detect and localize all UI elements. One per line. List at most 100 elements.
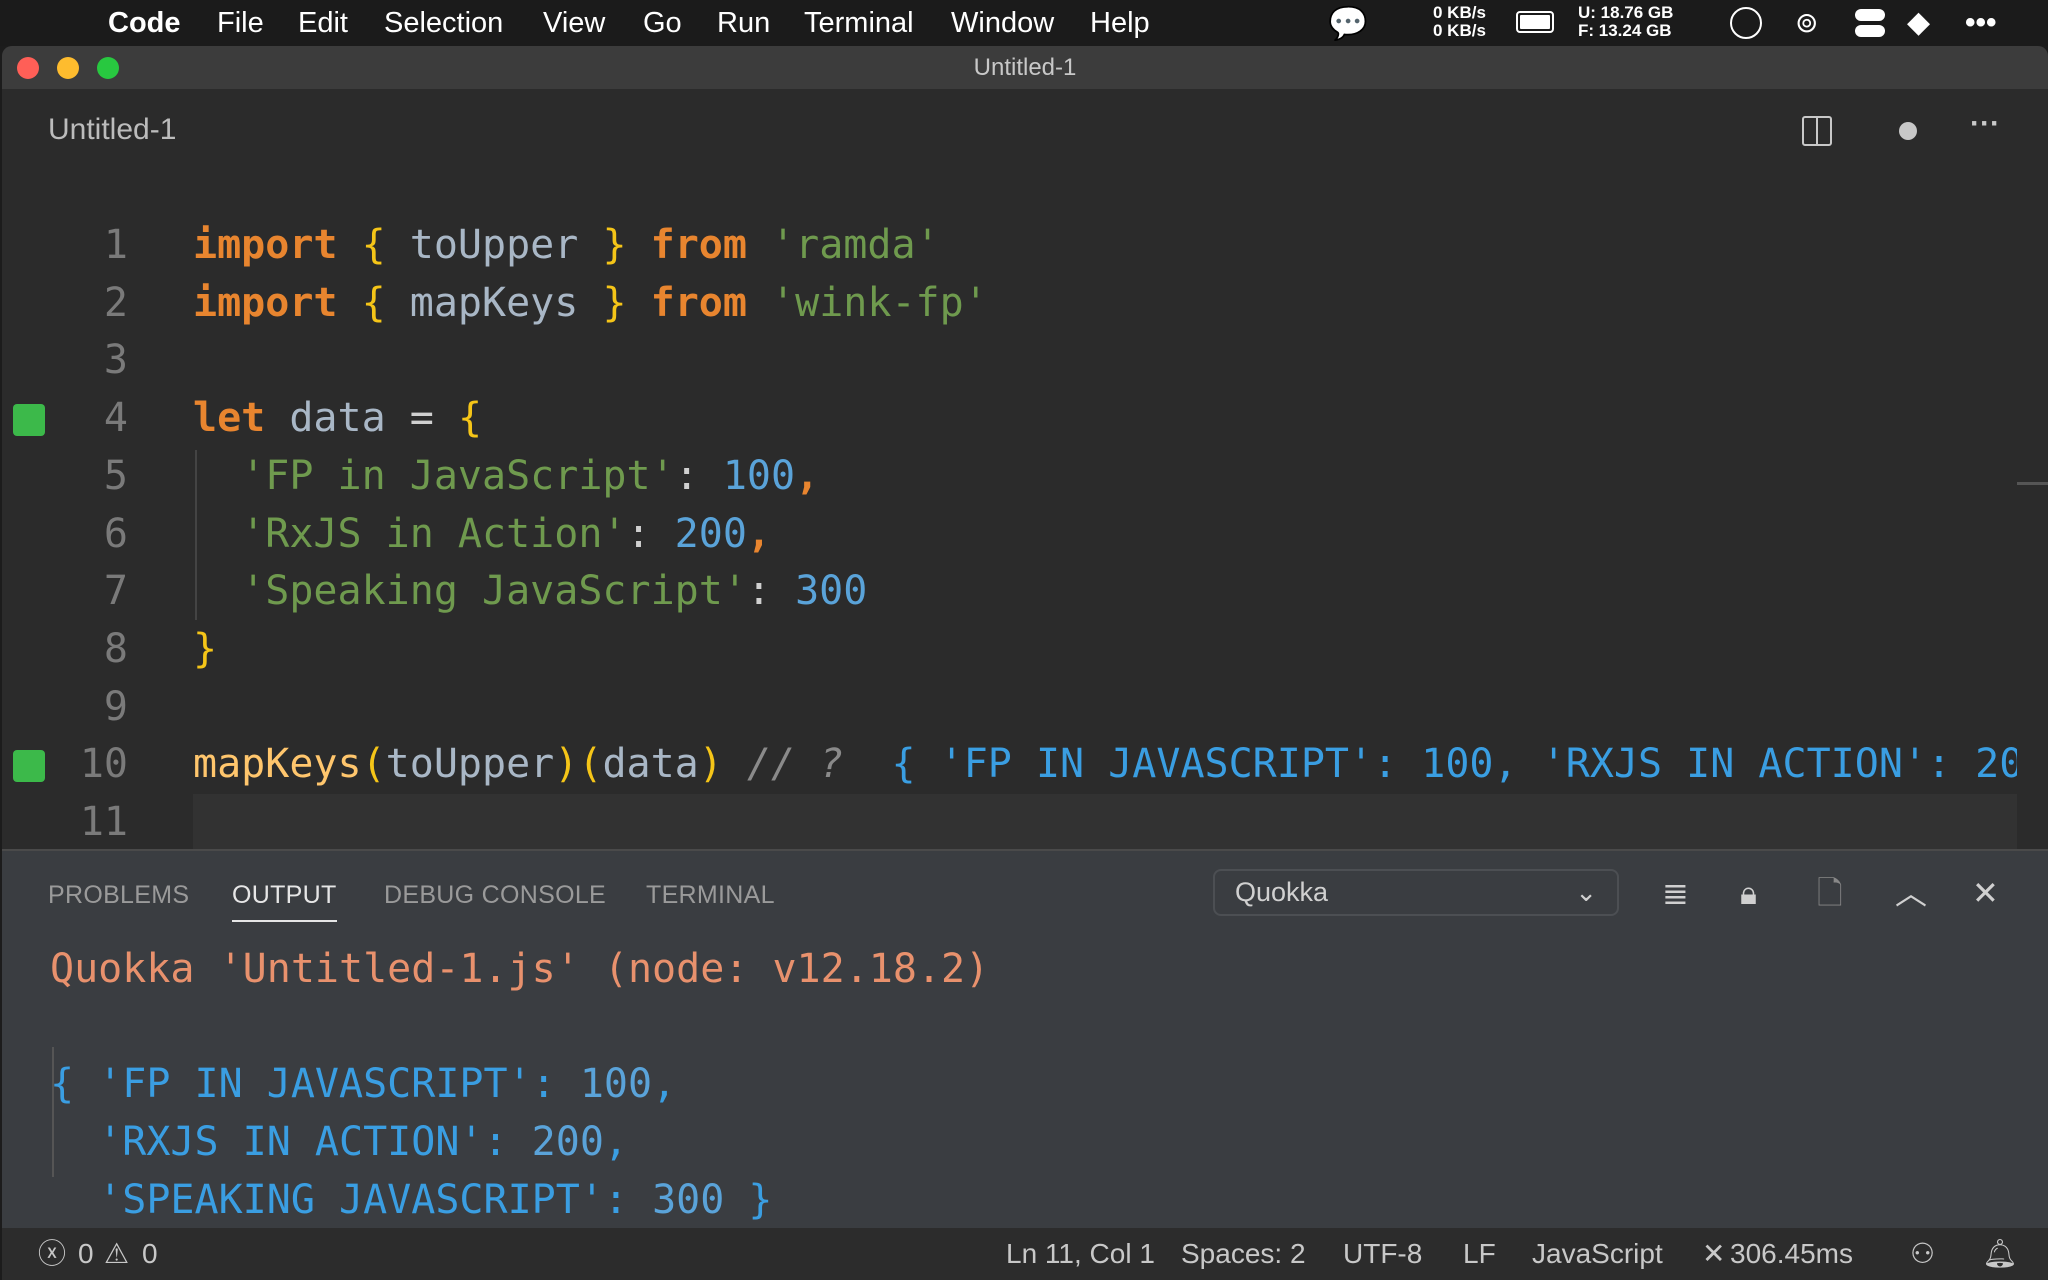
tab-problems[interactable]: PROBLEMS [48,881,189,910]
menu-window[interactable]: Window [951,5,1054,41]
zoom-window-button[interactable] [97,57,119,79]
code-line[interactable]: 4 let data = { [2,390,2017,448]
code-token: // ? [746,741,844,788]
menu-edit[interactable]: Edit [298,5,348,41]
wechat-icon[interactable]: 💬 [1328,5,1368,41]
code-token: , [746,510,771,557]
code-token: : [483,1119,532,1166]
menu-selection[interactable]: Selection [384,5,503,41]
editor-scrollbar[interactable] [2017,482,2048,485]
warning-icon[interactable]: ⚠ [104,1228,129,1280]
line-number: 4 [103,395,128,442]
code-line[interactable]: 3 [2,332,2017,390]
menu-help[interactable]: Help [1090,5,1150,41]
clear-output-icon[interactable]: ≣ [1662,873,1689,913]
quokka-time[interactable]: 306.45ms [1730,1228,1853,1280]
battery-icon[interactable] [1516,11,1554,33]
code-line[interactable]: 9 [2,679,2017,737]
line-code: let data = { [193,390,482,448]
code-line[interactable]: 11 [80,794,2017,851]
code-token: import [193,279,338,326]
menu-view[interactable]: View [543,5,605,41]
code-token: : [626,510,675,557]
control-center-icon[interactable] [1855,9,1885,37]
code-token: mapKeys [385,279,603,326]
code-token: : [603,1176,653,1223]
clock-icon[interactable] [1730,7,1762,39]
status-bar: ⓧ 0 ⚠ 0 Ln 11, Col 1 Spaces: 2 UTF-8 LF … [2,1228,2048,1280]
code-token: let [193,395,266,442]
code-token: mapKeys [193,741,362,788]
code-token: { [50,1061,99,1108]
code-token: } [602,279,627,326]
code-line[interactable]: 10 mapKeys(toUpper)(data) // ? { 'FP IN J… [2,736,2017,794]
error-icon[interactable]: ⓧ [38,1228,66,1280]
quokka-close-icon[interactable]: ✕ [1702,1228,1725,1280]
code-token: 'Speaking JavaScript' [241,568,747,615]
menu-file[interactable]: File [217,5,264,41]
network-speed[interactable]: 0 KB/s 0 KB/s [1433,4,1486,40]
code-line[interactable]: 8} [2,621,2017,679]
output-line: 'SPEAKING JAVASCRIPT': 300 } [50,1172,773,1230]
indentation[interactable]: Spaces: 2 [1181,1228,1306,1280]
language-mode[interactable]: JavaScript [1532,1228,1663,1280]
more-actions-icon[interactable]: ··· [1970,107,2000,141]
close-window-button[interactable] [17,57,39,79]
code-line[interactable]: 6 'RxJS in Action': 200, [2,506,2017,564]
line-number: 1 [103,222,128,268]
end-of-line[interactable]: LF [1463,1228,1496,1280]
open-log-file-icon[interactable]: 🗋 [1817,873,1843,913]
bottom-panel: PROBLEMS OUTPUT DEBUG CONSOLE TERMINAL Q… [2,849,2048,1228]
code-line[interactable]: 7 'Speaking JavaScript': 300 [2,563,2017,621]
line-number: 6 [103,510,128,557]
code-token: 'FP in JavaScript' [241,452,675,499]
code-token: { [361,279,386,326]
app-tray-icon[interactable]: ◆ [1907,5,1930,41]
menu-run[interactable]: Run [717,5,770,41]
close-panel-icon[interactable]: ✕ [1972,873,1999,913]
indent-guide [195,450,197,620]
code-token: 'ramda' [771,222,940,268]
line-number: 7 [103,568,128,615]
code-line[interactable]: 5 'FP in JavaScript': 100, [2,448,2017,506]
tab-terminal[interactable]: TERMINAL [646,881,775,910]
tab-debug-console[interactable]: DEBUG CONSOLE [384,881,606,910]
line-code: import { mapKeys } from 'wink-fp' [193,275,988,333]
encoding[interactable]: UTF-8 [1343,1228,1422,1280]
code-line[interactable]: 1 import { toUpper } from 'ramda' [2,217,2017,275]
error-count[interactable]: 0 [78,1228,94,1280]
split-editor-icon[interactable] [1802,116,1832,146]
disk-usage[interactable]: U: 18.76 GB F: 13.24 GB [1578,4,1673,40]
notifications-bell-icon[interactable]: 🔔︎ [1982,1228,2018,1280]
minimize-window-button[interactable] [57,57,79,79]
code-line[interactable]: 2 import { mapKeys } from 'wink-fp' [2,275,2017,333]
link-icon[interactable]: ⊚ [1795,5,1818,41]
menu-go[interactable]: Go [643,5,682,41]
warning-count[interactable]: 0 [142,1228,158,1280]
maximize-panel-icon[interactable]: ︿ [1895,873,1927,913]
code-token: from [650,222,747,268]
code-token: } [724,1176,773,1223]
menu-terminal[interactable]: Terminal [804,5,914,41]
code-editor[interactable]: 1 import { toUpper } from 'ramda' 2 import … [2,171,2017,851]
tab-output[interactable]: OUTPUT [232,881,337,922]
menu-app[interactable]: Code [108,5,181,41]
unsaved-dot-icon[interactable] [1899,122,1917,140]
code-token: 200 [674,510,747,557]
code-token: data [265,395,410,442]
title-bar: Untitled-1 [2,46,2048,89]
line-code: import { toUpper } from 'ramda' [193,217,940,275]
feedback-icon[interactable]: ⚇ [1910,1228,1935,1280]
output-channel-select[interactable]: Quokka ⌄ [1213,869,1619,916]
line-code: 'RxJS in Action': 200, [193,506,771,564]
cursor-position[interactable]: Ln 11, Col 1 [1006,1228,1155,1280]
editor-tab[interactable]: Untitled-1 [48,113,176,147]
more-icon[interactable]: ••• [1965,5,1997,41]
lock-scroll-icon[interactable]: 🔒︎ [1740,873,1757,913]
